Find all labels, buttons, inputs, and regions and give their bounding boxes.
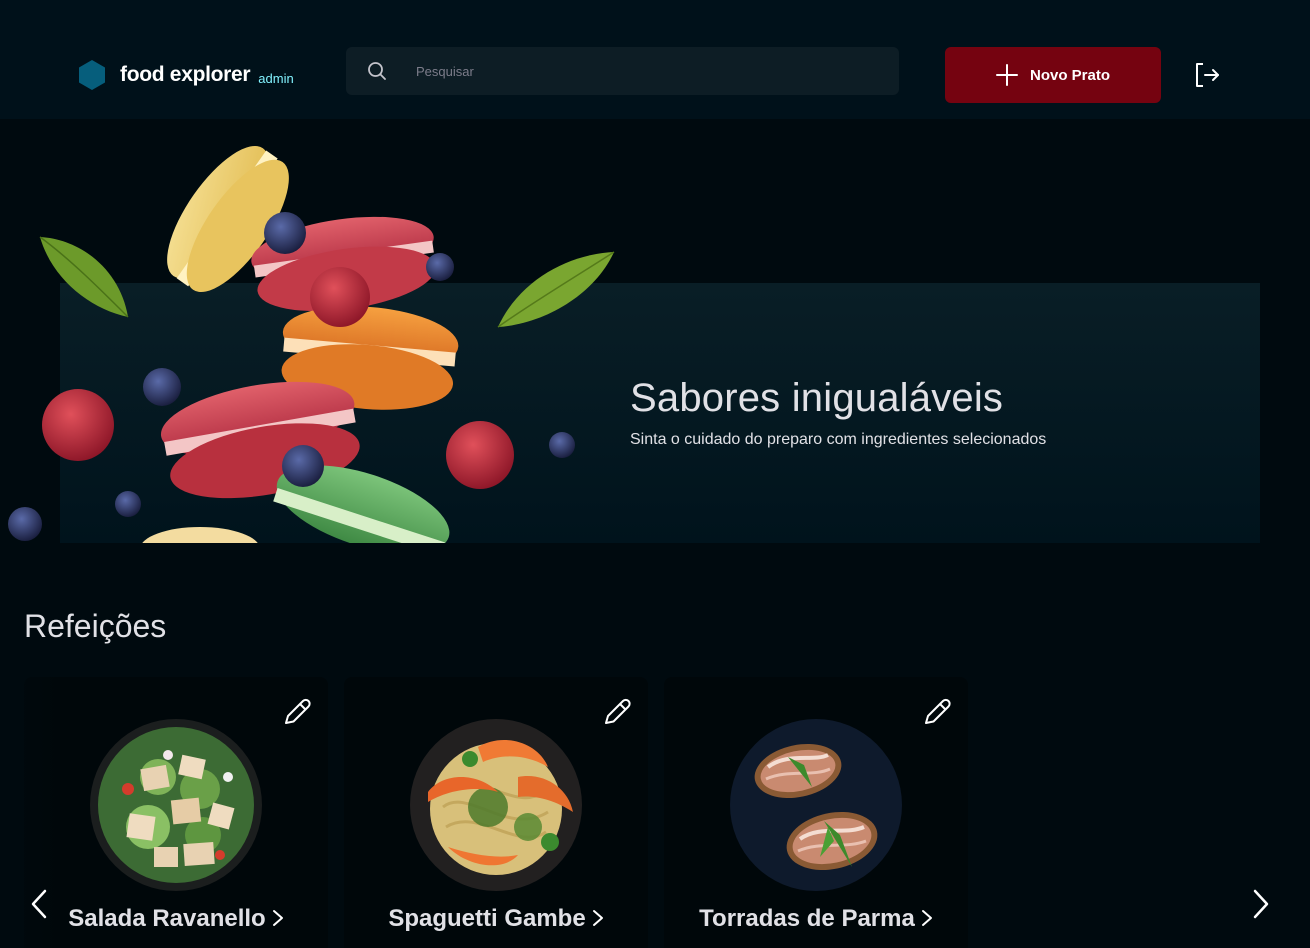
hero-subtitle: Sinta o cuidado do preparo com ingredien…	[630, 431, 1047, 448]
admin-badge: admin	[258, 70, 294, 86]
hexagon-logo-icon	[79, 60, 105, 90]
sign-out-icon[interactable]	[1193, 60, 1221, 90]
search-icon	[368, 62, 386, 80]
pencil-icon[interactable]	[920, 695, 954, 729]
search-bar[interactable]	[346, 47, 899, 95]
plus-icon	[995, 64, 1018, 86]
macarons-illustration	[8, 145, 615, 543]
parma-toast-image	[730, 719, 902, 891]
chevron-left-icon[interactable]	[29, 888, 49, 920]
dish-name[interactable]: Spaguetti Gambe	[344, 905, 648, 933]
chevron-right-icon	[272, 910, 283, 926]
hero-title: Sabores inigualáveis	[630, 376, 1004, 420]
chevron-right-icon	[592, 910, 603, 926]
header: food explorer admin Novo Prato	[0, 0, 1310, 119]
dish-card[interactable]: Salada Ravanello	[24, 677, 328, 948]
dish-name[interactable]: Torradas de Parma	[664, 905, 968, 933]
section-title-meals: Refeições	[24, 608, 167, 644]
dish-card[interactable]: Spaguetti Gambe	[344, 677, 648, 948]
dish-card[interactable]: Torradas de Parma	[664, 677, 968, 948]
new-dish-label: Novo Prato	[1029, 66, 1110, 84]
chevron-right-icon[interactable]	[1251, 888, 1271, 920]
pencil-icon[interactable]	[600, 695, 634, 729]
brand-logo[interactable]: food explorer admin	[78, 60, 294, 90]
spaghetti-image	[410, 719, 582, 891]
meals-carousel: Salada Ravanello Spaguetti Gambe Torrada…	[0, 677, 1310, 948]
chevron-right-icon	[921, 910, 932, 926]
brand-name: food explorer	[120, 63, 251, 86]
new-dish-button[interactable]: Novo Prato	[945, 47, 1161, 103]
dish-name[interactable]: Salada Ravanello	[24, 905, 328, 933]
pencil-icon[interactable]	[280, 695, 314, 729]
search-input[interactable]	[416, 47, 876, 95]
salad-image	[90, 719, 262, 891]
